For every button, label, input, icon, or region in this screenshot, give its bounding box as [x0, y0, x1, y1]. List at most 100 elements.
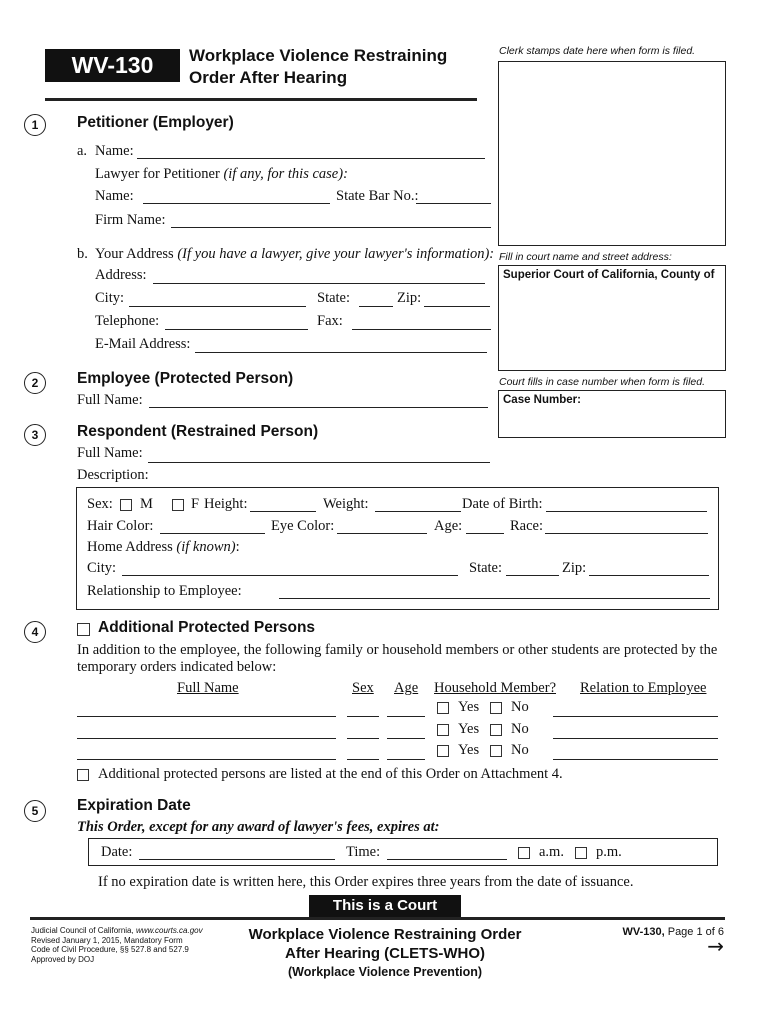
petitioner-a-marker: a.: [77, 143, 88, 159]
courts-url[interactable]: www.courts.ca.gov: [136, 926, 203, 935]
column-sex: Sex: [352, 680, 374, 696]
additional-person-relation-field[interactable]: [553, 738, 718, 739]
column-full-name: Full Name: [177, 680, 239, 696]
column-household-member: Household Member?: [434, 680, 557, 696]
case-number-box[interactable]: Case Number:: [498, 390, 726, 438]
household-no-checkbox[interactable]: [490, 724, 502, 736]
telephone-field[interactable]: [165, 329, 308, 330]
expiration-default-note: If no expiration date is written here, t…: [98, 874, 634, 890]
weight-field[interactable]: [375, 511, 461, 512]
section-1-number: 1: [24, 114, 46, 136]
footer-title-line3: (Workplace Violence Prevention): [287, 965, 483, 979]
footer-title-line2: After Hearing (CLETS-WHO): [285, 945, 485, 962]
section-4-intro-line1: In addition to the employee, the followi…: [77, 642, 718, 658]
additional-protected-checkbox[interactable]: [77, 623, 90, 636]
email-field[interactable]: [195, 352, 487, 353]
household-no-checkbox[interactable]: [490, 745, 502, 757]
additional-person-sex-field[interactable]: [347, 738, 379, 739]
additional-person-name-field[interactable]: [77, 759, 336, 760]
additional-person-relation-field[interactable]: [553, 716, 718, 717]
footer-rule: [30, 917, 725, 920]
case-note: Court fills in case number when form is …: [499, 376, 705, 388]
petitioner-name-field[interactable]: [137, 158, 485, 159]
hair-color-field[interactable]: [160, 533, 265, 534]
sex-label: Sex:: [87, 496, 113, 512]
respondent-zip-field[interactable]: [589, 575, 709, 576]
relationship-field[interactable]: [279, 598, 710, 599]
court-name-box[interactable]: Superior Court of California, County of: [498, 265, 726, 371]
section-4-intro-line2: temporary orders indicated below:: [77, 659, 277, 675]
attachment-4-note: Additional protected persons are listed …: [98, 766, 563, 782]
fax-field[interactable]: [352, 329, 491, 330]
respondent-city-field[interactable]: [122, 575, 458, 576]
respondent-full-name-label: Full Name:: [77, 445, 143, 461]
eye-color-label: Eye Color:: [271, 518, 335, 534]
household-no-label: No: [511, 742, 529, 758]
additional-person-age-field[interactable]: [387, 759, 425, 760]
city-field[interactable]: [129, 306, 306, 307]
address-field[interactable]: [153, 283, 485, 284]
lawyer-label: Lawyer for Petitioner (if any, for this …: [95, 166, 348, 182]
petitioner-name-label: Name:: [95, 143, 134, 159]
section-5-title: Expiration Date: [77, 797, 191, 814]
height-field[interactable]: [250, 511, 316, 512]
age-label: Age:: [434, 518, 463, 534]
sex-female-checkbox[interactable]: [172, 499, 184, 511]
household-yes-checkbox[interactable]: [437, 745, 449, 757]
zip-field[interactable]: [424, 306, 490, 307]
relationship-label: Relationship to Employee:: [87, 583, 242, 599]
section-5-subtitle: This Order, except for any award of lawy…: [77, 819, 440, 835]
hair-color-label: Hair Color:: [87, 518, 154, 534]
expiration-time-field[interactable]: [387, 859, 507, 860]
race-label: Race:: [510, 518, 544, 534]
dob-label: Date of Birth:: [462, 496, 543, 512]
zip-label: Zip:: [397, 290, 422, 306]
household-yes-checkbox[interactable]: [437, 724, 449, 736]
additional-person-sex-field[interactable]: [347, 759, 379, 760]
sex-male-label: M: [140, 496, 153, 512]
firm-name-label: Firm Name:: [95, 212, 166, 228]
respondent-state-field[interactable]: [506, 575, 559, 576]
additional-person-age-field[interactable]: [387, 738, 425, 739]
section-4-number: 4: [24, 621, 46, 643]
court-label: Superior Court of California, County of: [503, 269, 715, 281]
household-no-checkbox[interactable]: [490, 702, 502, 714]
employee-full-name-field[interactable]: [149, 407, 488, 408]
sex-male-checkbox[interactable]: [120, 499, 132, 511]
employee-full-name-label: Full Name:: [77, 392, 143, 408]
additional-person-name-field[interactable]: [77, 738, 336, 739]
eye-color-field[interactable]: [337, 533, 427, 534]
additional-person-sex-field[interactable]: [347, 716, 379, 717]
dob-field[interactable]: [546, 511, 707, 512]
household-yes-label: Yes: [458, 699, 480, 715]
race-field[interactable]: [545, 533, 708, 534]
age-field[interactable]: [466, 533, 504, 534]
additional-person-relation-field[interactable]: [553, 759, 718, 760]
attachment-4-checkbox[interactable]: [77, 769, 89, 781]
state-bar-field[interactable]: [416, 203, 491, 204]
household-no-label: No: [511, 721, 529, 737]
section-2-number: 2: [24, 372, 46, 394]
am-checkbox[interactable]: [518, 847, 530, 859]
household-yes-checkbox[interactable]: [437, 702, 449, 714]
expiration-date-field[interactable]: [139, 859, 335, 860]
lawyer-name-field[interactable]: [143, 203, 330, 204]
additional-person-name-field[interactable]: [77, 716, 336, 717]
section-4-title: Additional Protected Persons: [98, 619, 316, 636]
section-2-title: Employee (Protected Person): [77, 370, 294, 387]
state-bar-label: State Bar No.:: [336, 188, 419, 204]
weight-label: Weight:: [323, 496, 369, 512]
pm-checkbox[interactable]: [575, 847, 587, 859]
state-field[interactable]: [359, 306, 393, 307]
home-address-hint: (if known): [176, 539, 236, 555]
firm-name-field[interactable]: [171, 227, 491, 228]
header-rule: [45, 98, 477, 101]
additional-person-age-field[interactable]: [387, 716, 425, 717]
email-label: E-Mail Address:: [95, 336, 191, 352]
height-label: Height:: [204, 496, 248, 512]
next-page-arrow-icon[interactable]: →: [707, 936, 724, 956]
description-label: Description:: [77, 467, 149, 483]
am-label: a.m.: [539, 844, 564, 860]
respondent-full-name-field[interactable]: [148, 462, 490, 463]
footer-form-id: WV-130,: [622, 926, 665, 938]
